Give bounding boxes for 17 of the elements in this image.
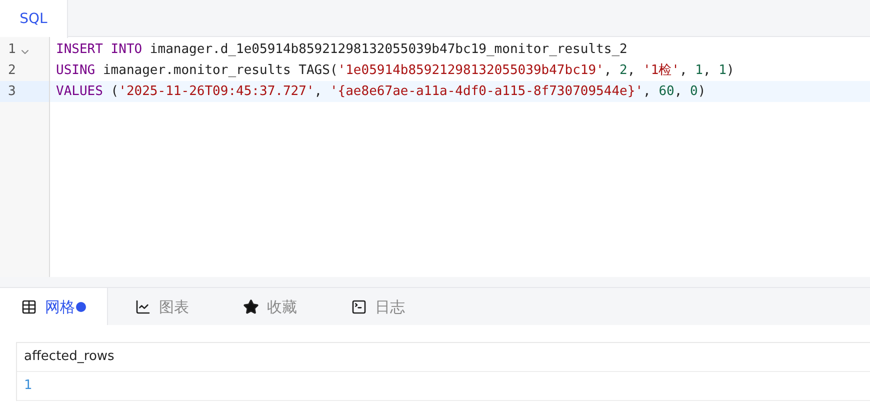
editor-tab[interactable]: SQL xyxy=(0,0,68,38)
result-tab[interactable]: 网格 xyxy=(0,288,108,326)
result-tab[interactable]: 图表 xyxy=(108,288,216,326)
result-tab[interactable]: 日志 xyxy=(324,288,432,326)
column-header: affected_rows xyxy=(23,348,116,366)
code-line: INSERT INTO imanager.d_1e05914b85921298132055039b47bc19_monitor_results_2 xyxy=(56,40,628,59)
terminal-icon xyxy=(351,299,367,315)
line-number: 3 xyxy=(8,82,16,101)
table-icon xyxy=(21,299,37,315)
line-number: 2 xyxy=(8,62,16,80)
code-line: VALUES ('2025-11-26T09:45:37.727', '{ae8e67ae-a11a-4df0-a115-8f730709544e}', 60, 0) xyxy=(56,82,706,101)
star-icon xyxy=(243,299,259,315)
line-number: 1 xyxy=(8,40,16,59)
line-chart-icon xyxy=(135,299,151,315)
code-line: USING imanager.monitor_results TAGS('1e05914b85921298132055039b47bc19', 2, '1检', 1, 1) xyxy=(56,62,734,80)
result-tab[interactable]: 收藏 xyxy=(216,288,324,326)
table-cell-text: 1 xyxy=(23,377,34,396)
